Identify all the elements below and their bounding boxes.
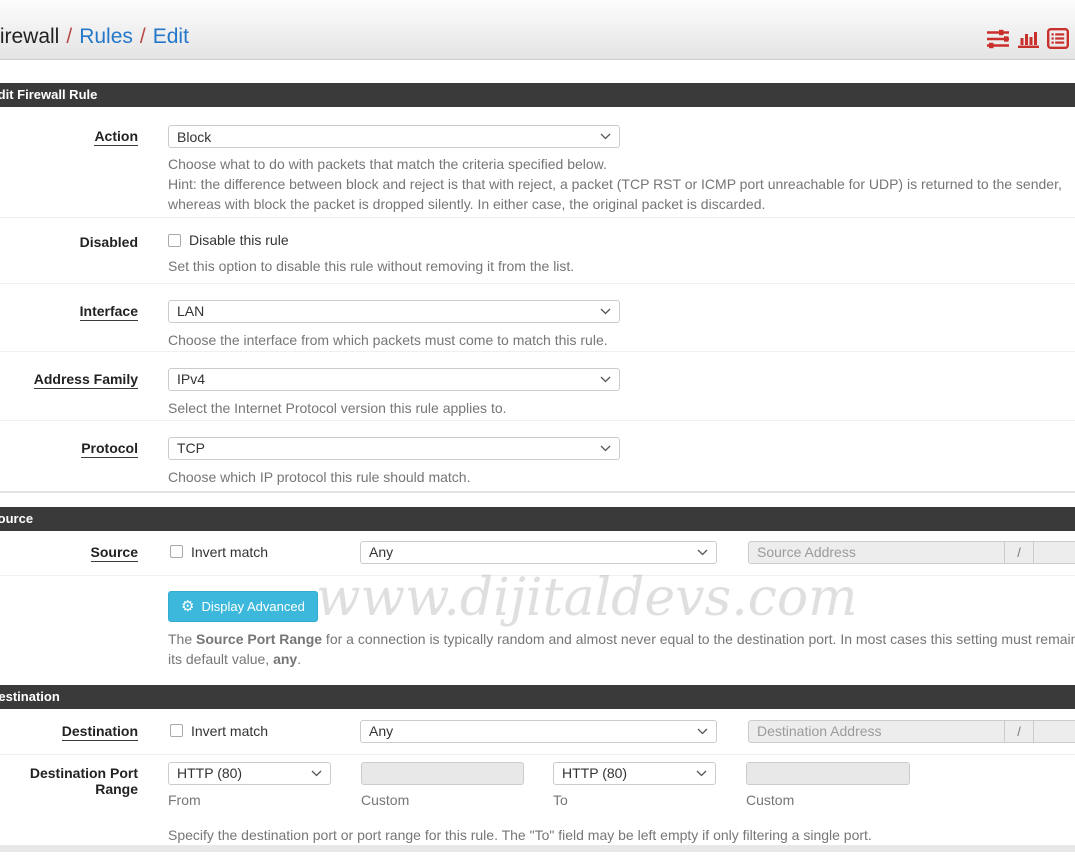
field-row-protocol: Protocol TCP Choose which IP protocol th… bbox=[0, 421, 1075, 493]
panel-edit-firewall-rule: Edit Firewall Rule Action Block Choose w… bbox=[0, 83, 1075, 493]
protocol-help: Choose which IP protocol this rule shoul… bbox=[168, 467, 1075, 487]
breadcrumb-link-rules[interactable]: Rules bbox=[79, 25, 133, 48]
panel-title: Destination bbox=[0, 685, 1075, 709]
sliders-icon[interactable] bbox=[986, 28, 1010, 49]
list-icon[interactable] bbox=[1047, 28, 1069, 49]
field-row-destination: Destination Invert match Any / bbox=[0, 709, 1075, 755]
breadcrumb-link-edit[interactable]: Edit bbox=[153, 25, 189, 48]
field-row-source: Source Invert match Any / bbox=[0, 531, 1075, 576]
destination-label: Destination bbox=[62, 723, 138, 741]
source-mask-separator: / bbox=[1005, 541, 1034, 564]
disable-rule-checkbox[interactable] bbox=[168, 234, 181, 247]
custom-caption: Custom bbox=[746, 792, 794, 808]
chevron-down-icon bbox=[311, 770, 322, 777]
panel-destination: Destination Destination Invert match Any bbox=[0, 685, 1075, 852]
destination-invert-label: Invert match bbox=[191, 723, 268, 739]
from-caption: From bbox=[168, 792, 201, 808]
source-advanced-row: ⚙ Display Advanced The Source Port Range… bbox=[0, 576, 1075, 678]
breadcrumb-toolbar bbox=[986, 28, 1069, 49]
disabled-label: Disabled bbox=[80, 234, 138, 250]
destination-invert-checkbox[interactable] bbox=[170, 724, 183, 737]
destination-mask-separator: / bbox=[1005, 720, 1034, 743]
destination-mask-input[interactable] bbox=[1034, 720, 1075, 743]
address-family-label: Address Family bbox=[34, 371, 138, 389]
gear-icon: ⚙ bbox=[181, 599, 194, 614]
source-address-input[interactable] bbox=[748, 541, 1005, 564]
breadcrumb-separator: / bbox=[133, 25, 153, 48]
panel-title: Edit Firewall Rule bbox=[0, 83, 1075, 107]
breadcrumb-item-firewall: Firewall bbox=[0, 25, 59, 48]
disabled-help: Set this option to disable this rule wit… bbox=[168, 256, 1075, 276]
custom-caption: Custom bbox=[361, 792, 409, 808]
destination-type-select[interactable]: Any bbox=[360, 720, 717, 743]
panel-source: Source Source Invert match Any / bbox=[0, 507, 1075, 678]
page: Firewall/Rules/Edit bbox=[0, 0, 1075, 852]
source-label: Source bbox=[91, 544, 138, 562]
chevron-down-icon bbox=[600, 308, 611, 315]
port-from-select[interactable]: HTTP (80) bbox=[168, 762, 331, 785]
source-mask-input[interactable] bbox=[1034, 541, 1075, 564]
chevron-down-icon bbox=[600, 376, 611, 383]
action-select[interactable]: Block bbox=[168, 125, 620, 148]
chevron-down-icon bbox=[696, 770, 707, 777]
to-caption: To bbox=[553, 792, 568, 808]
action-label: Action bbox=[94, 128, 138, 146]
breadcrumb-separator: / bbox=[59, 25, 79, 48]
destination-port-range-label: Destination Port Range bbox=[30, 765, 138, 797]
field-row-action: Action Block Choose what to do with pack… bbox=[0, 107, 1075, 218]
port-range-captions: From Custom To Custom bbox=[168, 792, 1075, 812]
interface-help: Choose the interface from which packets … bbox=[168, 330, 1075, 350]
source-port-help: The Source Port Range for a connection i… bbox=[168, 629, 1075, 669]
address-family-select[interactable]: IPv4 bbox=[168, 368, 620, 391]
field-row-destination-port-range: Destination Port Range HTTP (80) HTTP (8… bbox=[0, 755, 1075, 845]
port-to-custom-input[interactable] bbox=[746, 762, 910, 785]
field-row-address-family: Address Family IPv4 Select the Internet … bbox=[0, 352, 1075, 421]
interface-select[interactable]: LAN bbox=[168, 300, 620, 323]
breadcrumb: Firewall/Rules/Edit bbox=[0, 25, 189, 49]
destination-address-input[interactable] bbox=[748, 720, 1005, 743]
field-row-disabled: Disabled Disable this rule Set this opti… bbox=[0, 218, 1075, 284]
disable-rule-checkbox-label: Disable this rule bbox=[189, 232, 289, 248]
field-row-interface: Interface LAN Choose the interface from … bbox=[0, 284, 1075, 352]
chevron-down-icon bbox=[600, 133, 611, 140]
port-to-select[interactable]: HTTP (80) bbox=[553, 762, 716, 785]
chevron-down-icon bbox=[697, 549, 708, 556]
breadcrumb-bar: Firewall/Rules/Edit bbox=[0, 0, 1075, 60]
destination-port-help: Specify the destination port or port ran… bbox=[168, 825, 1075, 845]
source-type-select[interactable]: Any bbox=[360, 541, 717, 564]
action-help: Choose what to do with packets that matc… bbox=[168, 154, 1075, 214]
port-from-custom-input[interactable] bbox=[361, 762, 524, 785]
source-invert-label: Invert match bbox=[191, 544, 268, 560]
chevron-down-icon bbox=[600, 445, 611, 452]
protocol-label: Protocol bbox=[81, 440, 138, 458]
bar-chart-icon[interactable] bbox=[1017, 28, 1040, 49]
address-family-help: Select the Internet Protocol version thi… bbox=[168, 398, 1075, 418]
display-advanced-button[interactable]: ⚙ Display Advanced bbox=[168, 591, 318, 622]
panel-title: Source bbox=[0, 507, 1075, 531]
source-invert-checkbox[interactable] bbox=[170, 545, 183, 558]
protocol-select[interactable]: TCP bbox=[168, 437, 620, 460]
page-bottom-strip bbox=[0, 845, 1075, 852]
chevron-down-icon bbox=[697, 728, 708, 735]
interface-label: Interface bbox=[80, 303, 138, 321]
